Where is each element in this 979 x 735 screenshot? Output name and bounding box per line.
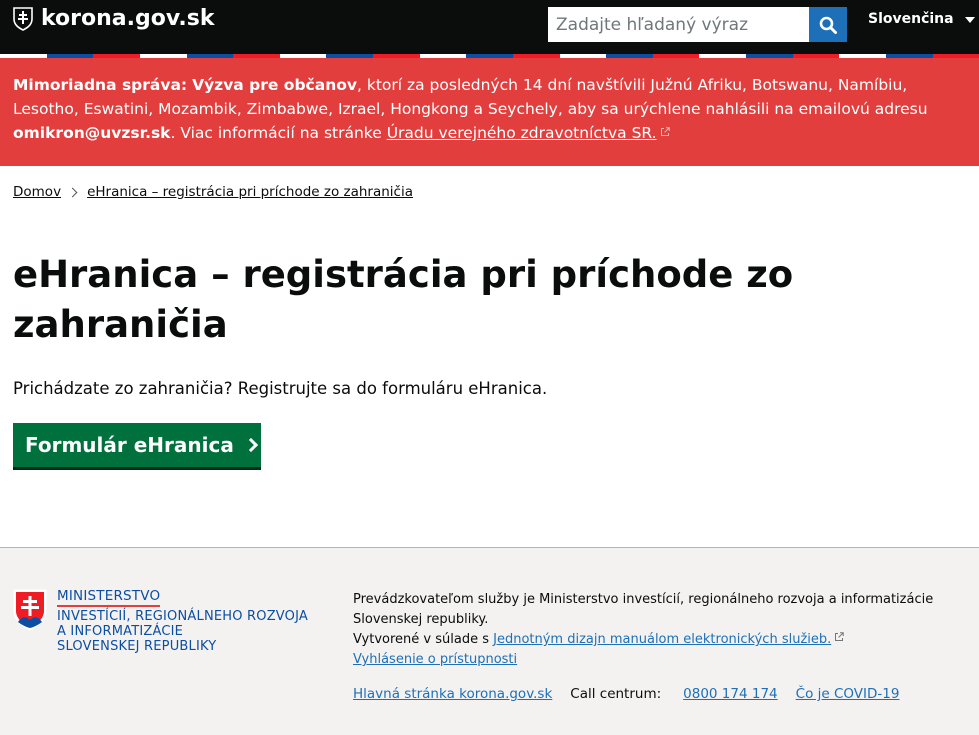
cta-label: Formulár eHranica [25, 433, 234, 457]
footer-info: Prevádzkovateľom služby je Ministerstvo … [353, 590, 963, 670]
coat-of-arms-icon [13, 7, 33, 31]
slovak-coat-of-arms-icon [13, 589, 47, 631]
site-header: korona.gov.sk Slovenčina [0, 0, 979, 54]
site-footer: MINISTERSTVO INVESTÍCIÍ, REGIONÁLNEHO RO… [0, 547, 979, 735]
external-link-icon [835, 632, 844, 641]
ministry-name: MINISTERSTVO INVESTÍCIÍ, REGIONÁLNEHO RO… [57, 589, 308, 654]
search-button[interactable] [809, 7, 847, 42]
accessibility-link[interactable]: Vyhlásenie o prístupnosti [353, 652, 517, 667]
language-selector[interactable]: Slovenčina [868, 11, 975, 27]
emergency-alert: Mimoriadna správa: Výzva pre občanov, kt… [0, 58, 979, 166]
operator-text: Prevádzkovateľom služby je Ministerstvo … [353, 592, 934, 627]
call-center-label: Call centrum: [570, 686, 662, 702]
breadcrumb: Domov eHranica – registrácia pri príchod… [13, 184, 413, 200]
alert-link[interactable]: Úradu verejného zdravotníctva SR. [387, 124, 657, 142]
created-line: Vytvorené v súlade s Jednotným dizajn ma… [353, 630, 963, 650]
ministry-line4: SLOVENSKEJ REPUBLIKY [57, 639, 217, 654]
alert-text-more: . Viac informácií na stránke [170, 124, 387, 142]
alert-label: Mimoriadna správa: [13, 76, 188, 94]
language-label: Slovenčina [868, 11, 954, 27]
ehranica-form-button[interactable]: Formulár eHranica [13, 423, 261, 467]
footer-home-link[interactable]: Hlavná stránka korona.gov.sk [353, 686, 552, 702]
ministry-logo[interactable]: MINISTERSTVO INVESTÍCIÍ, REGIONÁLNEHO RO… [13, 589, 308, 654]
site-logo-link[interactable]: korona.gov.sk [13, 6, 214, 32]
site-name: korona.gov.sk [41, 6, 215, 31]
call-center-phone-link[interactable]: 0800 174 174 [683, 686, 777, 702]
created-prefix: Vytvorené v súlade s [353, 632, 494, 647]
breadcrumb-home[interactable]: Domov [13, 184, 61, 200]
design-manual-link[interactable]: Jednotným dizajn manuálom elektronických… [493, 632, 831, 647]
ministry-line2: INVESTÍCIÍ, REGIONÁLNEHO ROZVOJA [57, 609, 308, 624]
page-title: eHranica – registrácia pri príchode zo z… [13, 253, 794, 346]
chevron-right-icon [67, 187, 78, 197]
alert-headline: Výzva pre občanov [192, 76, 357, 94]
search-form [548, 7, 847, 42]
external-link-icon [660, 127, 670, 136]
search-icon [819, 16, 837, 34]
lead-text: Prichádzate zo zahraničia? Registrujte s… [13, 379, 548, 398]
footer-links: Hlavná stránka korona.gov.sk Call centru… [353, 686, 899, 702]
chevron-right-icon [243, 437, 258, 453]
search-input[interactable] [548, 7, 809, 42]
ministry-line3: A INFORMATIZÁCIE [57, 624, 184, 639]
alert-email: omikron@uvzsr.sk [13, 124, 171, 142]
ministry-line1: MINISTERSTVO [57, 589, 161, 607]
breadcrumb-current[interactable]: eHranica – registrácia pri príchode zo z… [87, 184, 413, 200]
covid-info-link[interactable]: Čo je COVID-19 [796, 686, 900, 702]
caret-down-icon [964, 16, 975, 23]
